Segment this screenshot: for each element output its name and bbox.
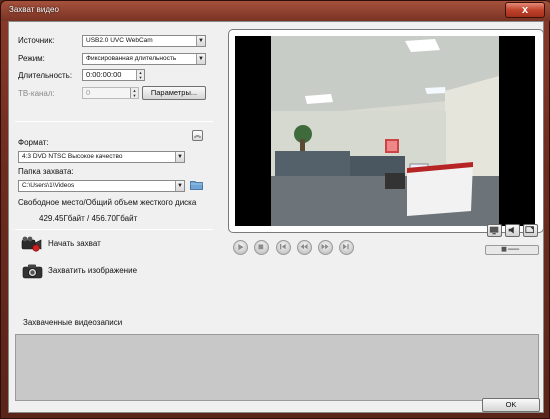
chevron-down-icon[interactable]: ▼: [196, 36, 205, 46]
format-label: Формат:: [18, 138, 49, 147]
duration-value: 0:00:00:00: [86, 70, 122, 79]
captured-videos-label: Захваченные видеозаписи: [23, 318, 123, 327]
video-camera-icon: [21, 236, 42, 252]
params-button[interactable]: Параметры...: [142, 86, 206, 100]
disk-space-value: 429.45Гбайт / 456.70Гбайт: [39, 214, 138, 223]
skip-start-button[interactable]: [276, 240, 291, 255]
divider: [15, 121, 213, 122]
capture-folder-value: C:\Users\1\Videos: [22, 182, 75, 189]
source-label: Источник:: [18, 36, 55, 45]
source-value: USB2.0 UVC WebCam: [86, 37, 153, 44]
format-select[interactable]: 4:3 DVD NTSC Высокое качество ▼: [18, 151, 185, 163]
disk-space-label: Свободное место/Общий объем жесткого дис…: [18, 198, 197, 207]
chevron-down-icon[interactable]: ▼: [196, 54, 205, 64]
start-capture-button[interactable]: Начать захват: [18, 235, 148, 253]
source-select[interactable]: USB2.0 UVC WebCam ▼: [82, 35, 206, 47]
ok-button[interactable]: OK: [482, 398, 540, 412]
monitor-icon[interactable]: [487, 224, 502, 237]
speaker-icon[interactable]: [505, 224, 520, 237]
webcam-feed-image: [235, 36, 535, 226]
close-button[interactable]: x: [505, 2, 545, 18]
chevron-down-icon[interactable]: ▼: [175, 152, 184, 162]
duration-label: Длительность:: [18, 71, 73, 80]
stop-button[interactable]: [254, 240, 269, 255]
tv-channel-label: ТВ-канал:: [18, 89, 55, 98]
mode-value: Фиксированная длительность: [86, 55, 177, 62]
tv-channel-value: 0: [86, 88, 91, 97]
fullscreen-icon[interactable]: [523, 224, 538, 237]
video-preview: [235, 36, 535, 226]
capture-image-label: Захватить изображение: [48, 266, 138, 275]
volume-slider[interactable]: [485, 245, 539, 255]
tv-channel-input[interactable]: 0 ▲ ▼: [82, 87, 139, 99]
capture-folder-select[interactable]: C:\Users\1\Videos ▼: [18, 180, 185, 192]
chevron-down-icon[interactable]: ▼: [175, 181, 184, 191]
tv-channel-spinner-icon[interactable]: ▲ ▼: [130, 88, 138, 98]
capture-folder-label: Папка захвата:: [18, 167, 74, 176]
fast-forward-button[interactable]: [318, 240, 333, 255]
window-title: Захват видео: [9, 5, 59, 14]
divider: [15, 229, 213, 230]
camera-icon: [22, 264, 43, 279]
skip-end-button[interactable]: [339, 240, 354, 255]
format-value: 4:3 DVD NTSC Высокое качество: [22, 153, 123, 160]
duration-input[interactable]: 0:00:00:00 ▲ ▼: [82, 69, 145, 81]
mode-label: Режим:: [18, 54, 45, 63]
duration-spinner-icon[interactable]: ▲ ▼: [136, 70, 144, 80]
rewind-button[interactable]: [297, 240, 312, 255]
capture-image-button[interactable]: Захватить изображение: [18, 262, 168, 280]
slider-thumb-icon[interactable]: [486, 246, 538, 254]
title-bar: Захват видео x: [1, 1, 550, 21]
capture-window: Захват видео x Источник: USB2.0 UVC WebC…: [0, 0, 550, 419]
start-capture-label: Начать захват: [48, 239, 101, 248]
client-area: Источник: USB2.0 UVC WebCam ▼ Режим: Фик…: [8, 21, 544, 413]
play-button[interactable]: [233, 240, 248, 255]
collapse-icon[interactable]: ︽: [192, 130, 203, 141]
captured-videos-list[interactable]: [15, 334, 539, 401]
folder-icon[interactable]: [190, 180, 203, 190]
mode-select[interactable]: Фиксированная длительность ▼: [82, 53, 206, 65]
